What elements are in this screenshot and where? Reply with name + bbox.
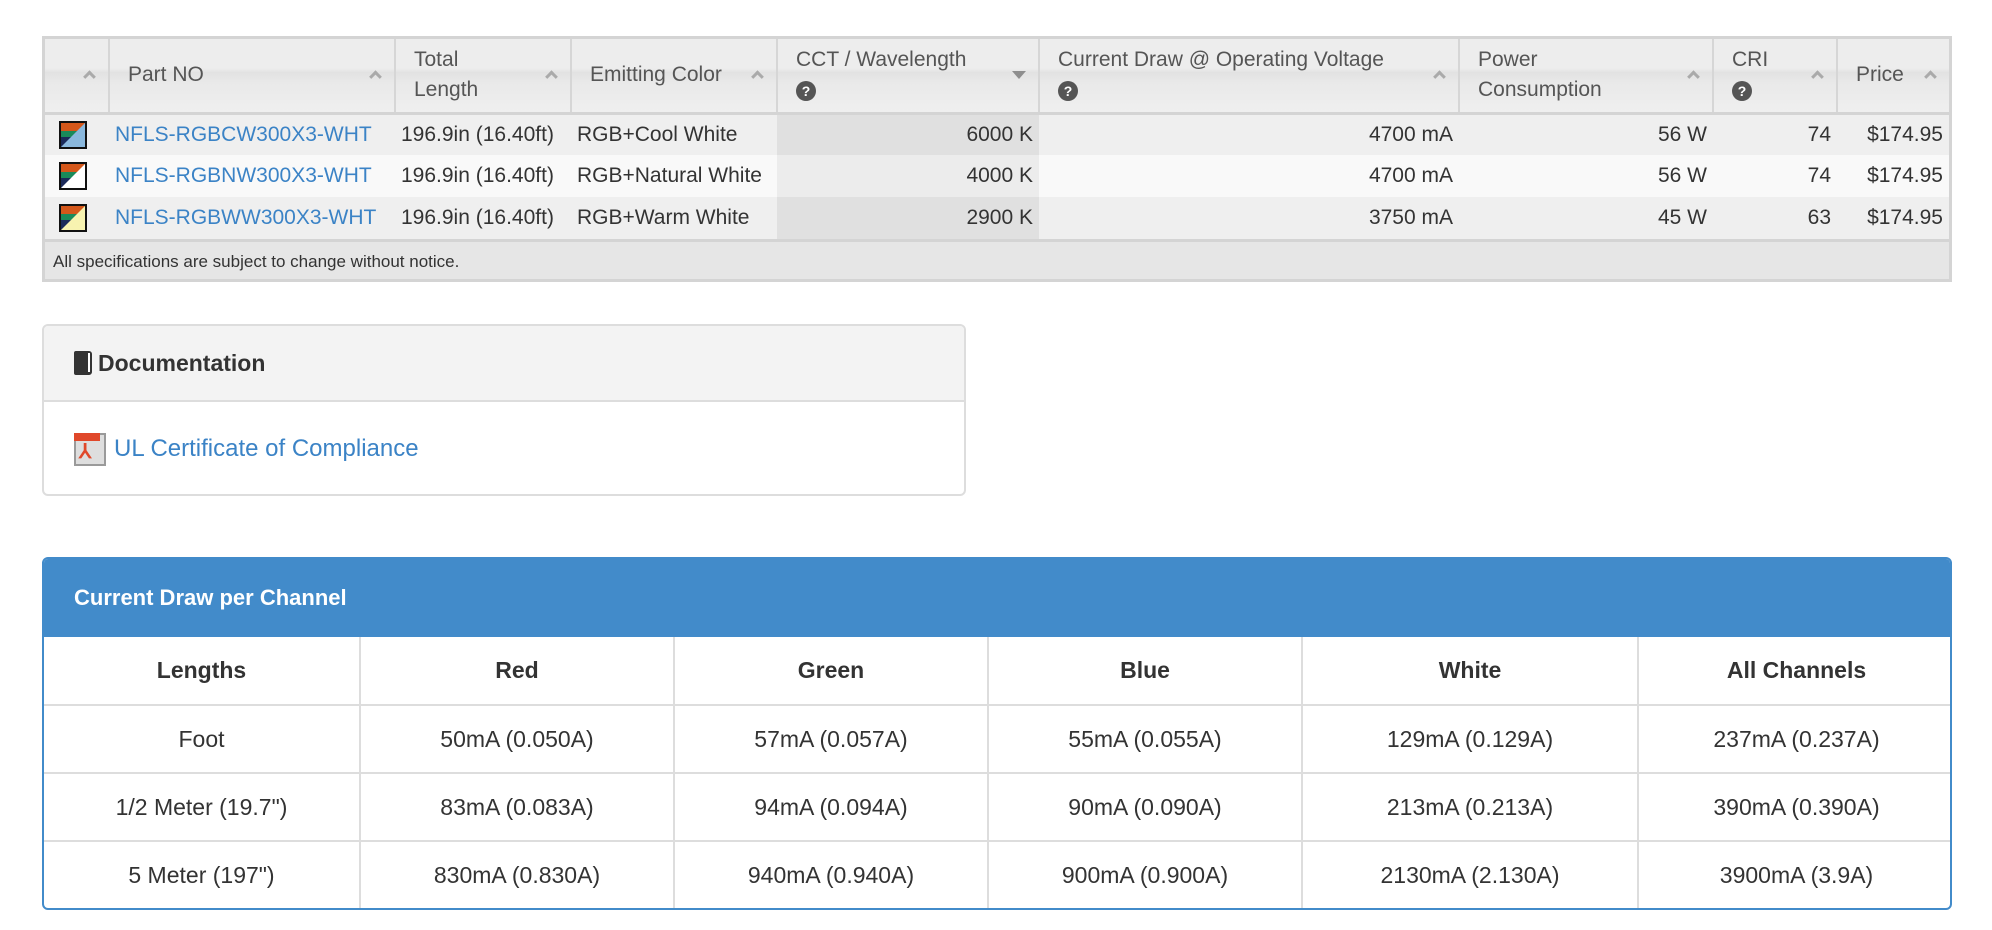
part-number-link[interactable]: NFLS-RGBCW300X3-WHT — [115, 123, 372, 146]
column-header-cri[interactable]: CRI ? — [1713, 39, 1838, 115]
emitting-color-cell: RGB+Natural White — [571, 155, 777, 197]
column-header-blue: Blue — [988, 637, 1303, 705]
power-cell: 56 W — [1459, 155, 1713, 197]
current-value-cell: 129mA (0.129A) — [1302, 704, 1639, 773]
spec-table-row: NFLS-RGBWW300X3-WHT 196.9in (16.40ft) RG… — [45, 197, 1949, 239]
current-value-cell: 3900mA (3.9A) — [1638, 840, 1950, 908]
current-value-cell: 830mA (0.830A) — [360, 840, 675, 908]
sort-ascending-icon — [1811, 70, 1824, 84]
price-cell: $174.95 — [1837, 113, 1949, 155]
current-value-cell: 940mA (0.940A) — [674, 840, 989, 908]
spec-footnote: All specifications are subject to change… — [45, 239, 1949, 279]
cct-cell: 4000 K — [777, 155, 1039, 197]
total-length-cell: 196.9in (16.40ft) — [395, 197, 571, 239]
cct-cell: 2900 K — [777, 197, 1039, 239]
spec-table-row: NFLS-RGBNW300X3-WHT 196.9in (16.40ft) RG… — [45, 155, 1949, 197]
column-header-emitting-color[interactable]: Emitting Color — [571, 39, 778, 115]
column-header-cct[interactable]: CCT / Wavelength ? — [777, 39, 1040, 115]
current-value-cell: 2130mA (2.130A) — [1302, 840, 1639, 908]
current-draw-row: 1/2 Meter (19.7") 83mA (0.083A) 94mA (0.09… — [44, 772, 1950, 841]
column-header-lengths: Lengths — [44, 637, 361, 705]
column-header-white: White — [1302, 637, 1639, 705]
documentation-title: Documentation — [98, 349, 266, 376]
cri-cell: 74 — [1713, 113, 1837, 155]
current-value-cell: 55mA (0.055A) — [988, 704, 1303, 773]
current-value-cell: 390mA (0.390A) — [1638, 772, 1950, 841]
sort-ascending-icon — [1687, 70, 1700, 84]
current-value-cell: 237mA (0.237A) — [1638, 704, 1950, 773]
current-value-cell: 57mA (0.057A) — [674, 704, 989, 773]
column-header-swatch[interactable] — [45, 39, 110, 115]
cri-cell: 74 — [1713, 155, 1837, 197]
current-draw-cell: 3750 mA — [1039, 197, 1459, 239]
part-number-link[interactable]: NFLS-RGBWW300X3-WHT — [115, 206, 376, 229]
sort-ascending-icon — [751, 70, 764, 84]
sort-ascending-icon — [369, 70, 382, 84]
current-value-cell: 94mA (0.094A) — [674, 772, 989, 841]
length-cell: 1/2 Meter (19.7") — [44, 772, 361, 841]
current-draw-panel: Current Draw per Channel Lengths Red Green… — [42, 557, 1952, 910]
cct-cell: 6000 K — [777, 113, 1039, 155]
help-icon[interactable]: ? — [1732, 81, 1752, 102]
documentation-header: Documentation — [44, 326, 964, 402]
column-header-red: Red — [360, 637, 675, 705]
help-icon[interactable]: ? — [796, 81, 816, 102]
sort-ascending-icon — [83, 70, 96, 84]
sort-ascending-icon — [1433, 70, 1446, 84]
power-cell: 45 W — [1459, 197, 1713, 239]
column-header-all-channels: All Channels — [1726, 657, 1867, 683]
rgb-warm-white-swatch-icon — [59, 204, 87, 232]
length-cell: 5 Meter (197") — [44, 840, 361, 908]
current-value-cell: 83mA (0.083A) — [360, 772, 675, 841]
rgb-natural-white-swatch-icon — [59, 162, 87, 190]
column-header-total-length[interactable]: Total Length — [395, 39, 572, 115]
ul-certificate-link[interactable]: UL Certificate of Compliance — [114, 435, 419, 463]
emitting-color-cell: RGB+Cool White — [571, 113, 777, 155]
current-draw-row: 5 Meter (197") 830mA (0.830A) 940mA (0.940… — [44, 840, 1950, 908]
current-value-cell: 90mA (0.090A) — [988, 772, 1303, 841]
column-header-power-consumption[interactable]: Power Consumption — [1459, 39, 1714, 115]
spec-table-row: NFLS-RGBCW300X3-WHT 196.9in (16.40ft) RG… — [45, 113, 1949, 155]
documentation-body: ⅄ UL Certificate of Compliance — [44, 402, 964, 494]
current-draw-table: Lengths Red Green Blue White All Channels Foo… — [44, 637, 1950, 908]
help-icon[interactable]: ? — [1058, 81, 1078, 102]
current-draw-title: Current Draw per Channel — [44, 559, 1950, 637]
total-length-cell: 196.9in (16.40ft) — [395, 155, 571, 197]
current-value-cell: 900mA (0.900A) — [988, 840, 1303, 908]
product-spec-table: Part NO Total Length Emitting Color CCT … — [42, 36, 1952, 282]
cri-cell: 63 — [1713, 197, 1837, 239]
spec-header-row: Part NO Total Length Emitting Color CCT … — [45, 39, 1949, 115]
emitting-color-cell: RGB+Warm White — [571, 197, 777, 239]
part-number-link[interactable]: NFLS-RGBNW300X3-WHT — [115, 164, 372, 187]
rgb-cool-white-swatch-icon — [59, 120, 87, 149]
power-cell: 56 W — [1459, 113, 1713, 155]
sort-ascending-icon — [545, 70, 558, 84]
sort-descending-icon — [1012, 71, 1026, 80]
current-draw-header-row: Lengths Red Green Blue White All Channels — [44, 637, 1950, 705]
price-cell: $174.95 — [1837, 197, 1949, 239]
column-header-green: Green — [674, 637, 989, 705]
current-draw-cell: 4700 mA — [1039, 113, 1459, 155]
color-swatch-cell — [45, 155, 109, 197]
column-header-part-no[interactable]: Part NO — [109, 39, 396, 115]
current-draw-row: Foot 50mA (0.050A) 57mA (0.057A) 55mA (0.05… — [44, 704, 1950, 773]
current-value-cell: 213mA (0.213A) — [1302, 772, 1639, 841]
price-cell: $174.95 — [1837, 155, 1949, 197]
column-header-current-draw[interactable]: Current Draw @ Operating Voltage ? — [1039, 39, 1460, 115]
sort-ascending-icon — [1924, 70, 1937, 84]
pdf-icon: ⅄ — [74, 432, 106, 466]
current-draw-cell: 4700 mA — [1039, 155, 1459, 197]
book-icon — [74, 351, 92, 375]
column-header-price[interactable]: Price — [1837, 39, 1949, 115]
current-value-cell: 50mA (0.050A) — [360, 704, 675, 773]
documentation-panel: Documentation ⅄ UL Certificate of Compli… — [42, 324, 966, 496]
total-length-cell: 196.9in (16.40ft) — [395, 113, 571, 155]
color-swatch-cell — [45, 197, 109, 239]
length-cell: Foot — [44, 704, 361, 773]
color-swatch-cell — [45, 113, 109, 155]
